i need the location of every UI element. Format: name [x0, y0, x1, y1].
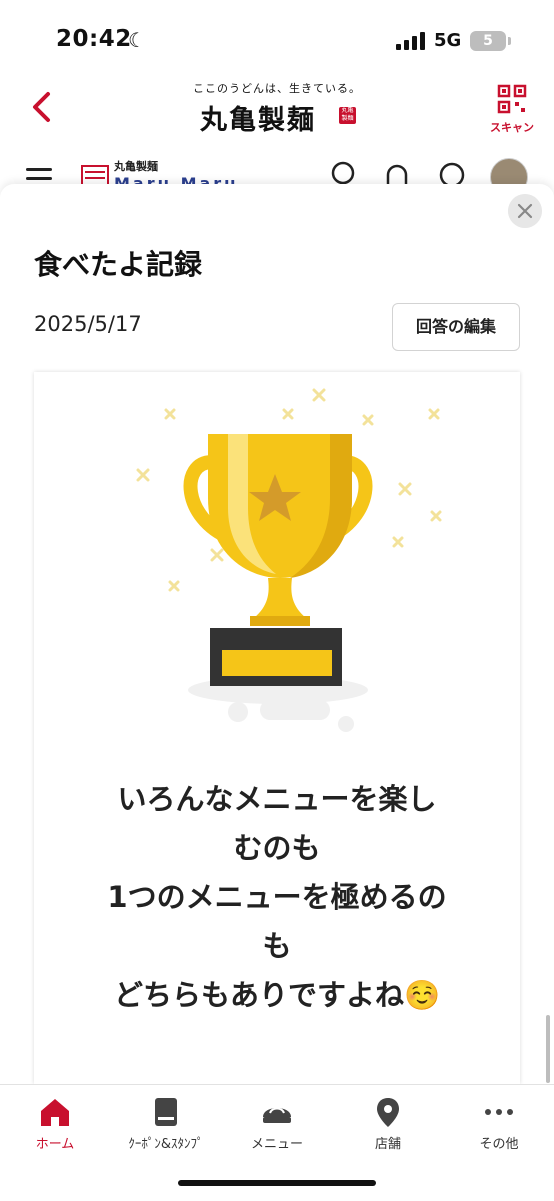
brand-logo: 丸亀製麺 — [200, 105, 316, 136]
tab-label: その他 — [479, 1137, 519, 1152]
status-time: 20:42 — [56, 26, 132, 52]
tab-home[interactable]: ホーム — [0, 1095, 110, 1152]
result-message: いろんなメニューを楽し むのも 1つのメニューを極めるの も どちらもありですよ… — [34, 775, 520, 1020]
bell-icon[interactable] — [382, 160, 412, 186]
nav-row: 丸亀製麺 Maru Maru — [0, 150, 554, 186]
chat-bubble-icon[interactable] — [436, 160, 466, 186]
tab-menu[interactable]: メニュー — [222, 1095, 332, 1152]
tab-label: ｸｰﾎﾟﾝ&ｽﾀﾝﾌﾟ — [128, 1137, 204, 1152]
scan-button[interactable]: スキャン — [490, 84, 534, 135]
trophy-icon — [136, 388, 442, 732]
coupon-icon — [155, 1098, 177, 1126]
record-date: 2025/5/17 — [34, 312, 142, 336]
tab-other[interactable]: その他 — [444, 1095, 554, 1152]
moon-icon: ☾ — [128, 28, 146, 52]
more-icon — [485, 1109, 513, 1115]
battery-icon: 5 — [470, 31, 506, 51]
edit-answer-button[interactable]: 回答の編集 — [392, 303, 520, 351]
message-line: も — [262, 929, 292, 963]
tab-coupon-stamp[interactable]: ｸｰﾎﾟﾝ&ｽﾀﾝﾌﾟ — [111, 1095, 221, 1152]
cellular-signal-icon — [396, 32, 426, 50]
message-line: いろんなメニューを楽し — [117, 782, 437, 816]
scroll-indicator[interactable] — [546, 1015, 550, 1083]
logo-seal: 丸亀 製麺 — [339, 107, 356, 124]
location-pin-icon — [377, 1098, 399, 1127]
tab-label: 店舗 — [374, 1137, 401, 1152]
qr-code-icon — [497, 84, 527, 114]
brand-tagline: ここのうどんは、生きている。 — [193, 82, 361, 95]
search-icon[interactable] — [330, 160, 360, 186]
close-icon[interactable] — [508, 194, 542, 228]
tab-label: メニュー — [250, 1137, 303, 1152]
udon-mascot-icon — [81, 165, 109, 186]
mini-logo-small: 丸亀製麺 — [114, 160, 158, 173]
network-type: 5G — [434, 30, 462, 51]
maru-maru-logo: 丸亀製麺 Maru Maru — [80, 154, 300, 186]
tab-label: ホーム — [35, 1137, 75, 1152]
message-line: むのも — [233, 831, 321, 865]
message-line: どちらもありですよね☺️ — [113, 978, 441, 1012]
home-icon — [41, 1099, 69, 1126]
scan-label: スキャン — [490, 121, 534, 134]
home-indicator[interactable] — [178, 1180, 376, 1186]
status-bar: 20:42 ☾ 5G 5 — [0, 0, 554, 80]
menu-bowl-icon — [263, 1107, 291, 1123]
battery-tip — [508, 37, 511, 45]
page-title: 食べたよ記録 — [34, 248, 203, 281]
message-line: 1つのメニューを極めるの — [107, 880, 447, 914]
tab-store[interactable]: 店舗 — [333, 1095, 443, 1152]
avatar[interactable] — [490, 158, 528, 186]
